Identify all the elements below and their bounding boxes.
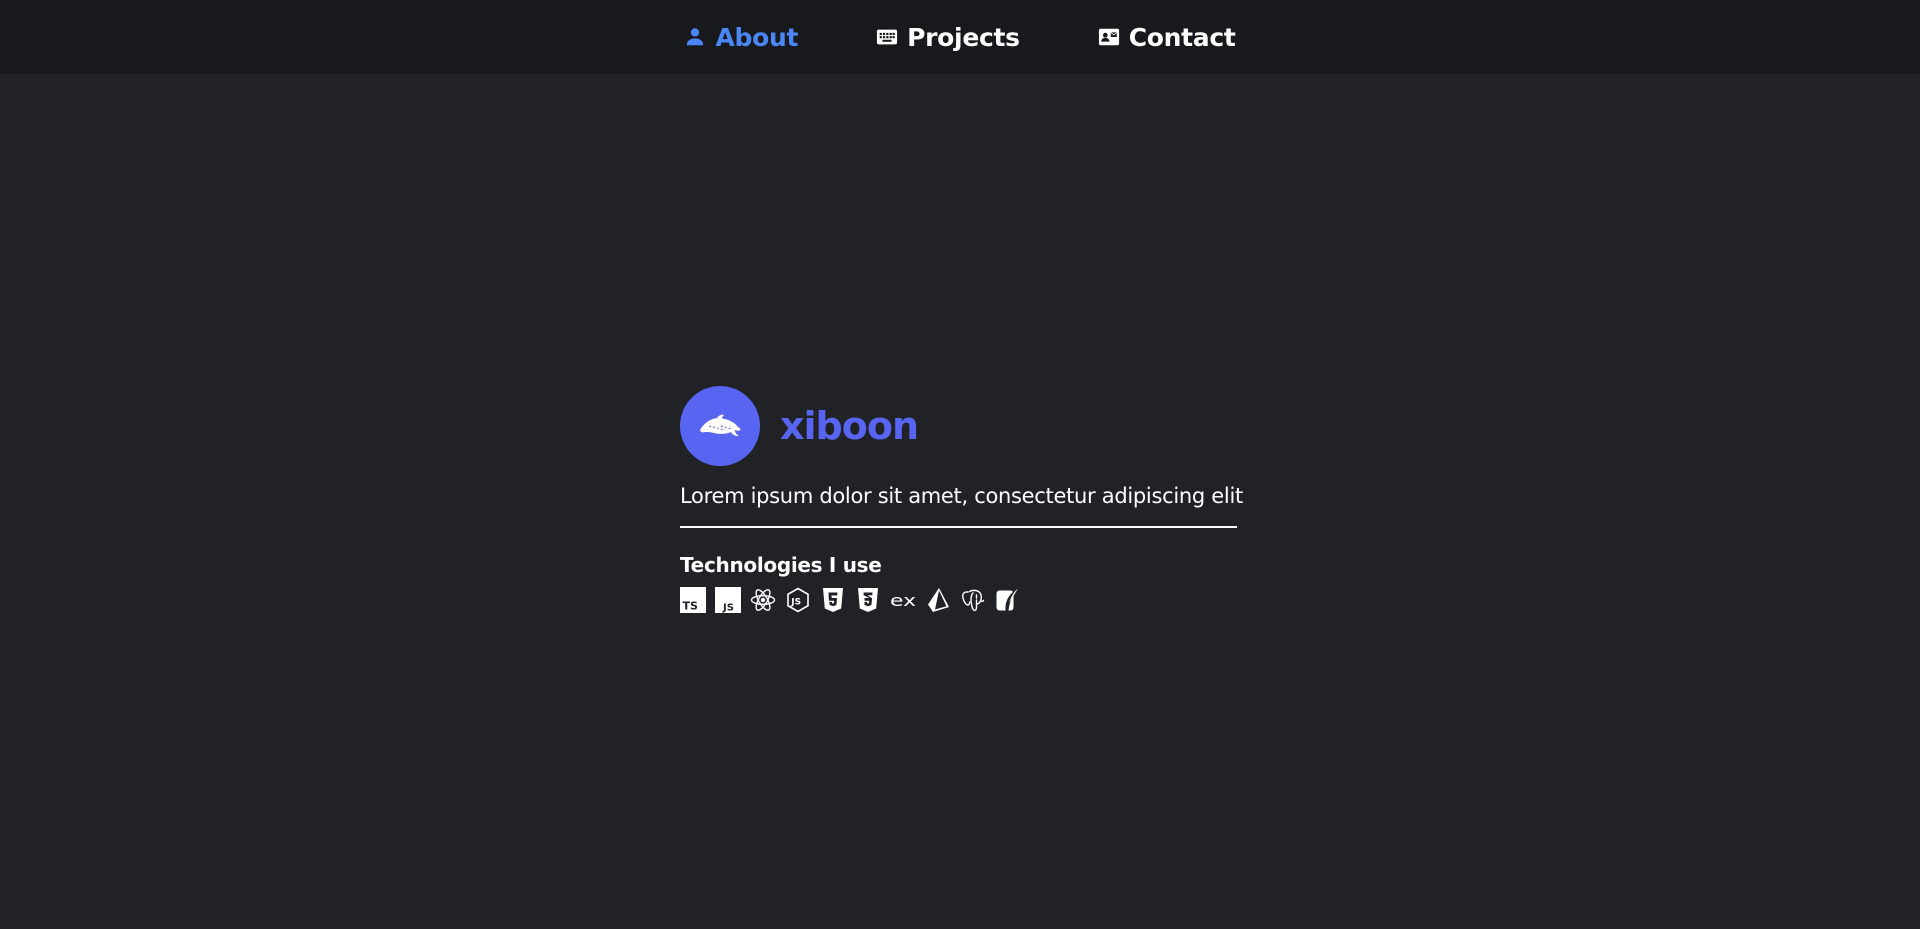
divider (680, 526, 1237, 528)
nav-contact-label: Contact (1128, 22, 1236, 52)
postgresql-icon (960, 587, 986, 613)
nav-projects-link[interactable]: Projects (876, 23, 1020, 52)
profile-header: xiboon (680, 386, 1237, 466)
nav-contact-link[interactable]: Contact (1098, 23, 1236, 52)
typescript-icon: TS (680, 587, 706, 613)
express-icon: ex (890, 587, 916, 613)
profile-card: xiboon Lorem ipsum dolor sit amet, conse… (680, 386, 1243, 613)
react-icon (750, 587, 776, 613)
top-navigation: About Projects Contact (0, 0, 1920, 74)
avatar (680, 386, 760, 466)
technologies-list: TS JS JS ex (680, 587, 1237, 613)
technologies-heading: Technologies I use (680, 553, 882, 577)
person-icon (684, 26, 706, 48)
nav-about-label: About (715, 22, 799, 52)
svg-text:JS: JS (722, 603, 734, 614)
svg-text:TS: TS (683, 600, 699, 613)
nav-about-link[interactable]: About (684, 23, 798, 52)
javascript-icon: JS (715, 587, 741, 613)
nav-projects-label: Projects (907, 22, 1020, 52)
css3-icon (855, 587, 881, 613)
keyboard-icon (876, 26, 898, 48)
svg-text:ex: ex (890, 591, 916, 610)
html5-icon (820, 587, 846, 613)
bio-text: Lorem ipsum dolor sit amet, consectetur … (680, 484, 1243, 508)
nodejs-icon: JS (785, 587, 811, 613)
svg-text:JS: JS (790, 598, 801, 608)
dolphin-icon (698, 411, 742, 441)
prisma-icon (925, 587, 951, 613)
sqlite-icon (995, 587, 1021, 613)
contact-card-icon (1098, 26, 1120, 48)
username: xiboon (780, 404, 919, 448)
